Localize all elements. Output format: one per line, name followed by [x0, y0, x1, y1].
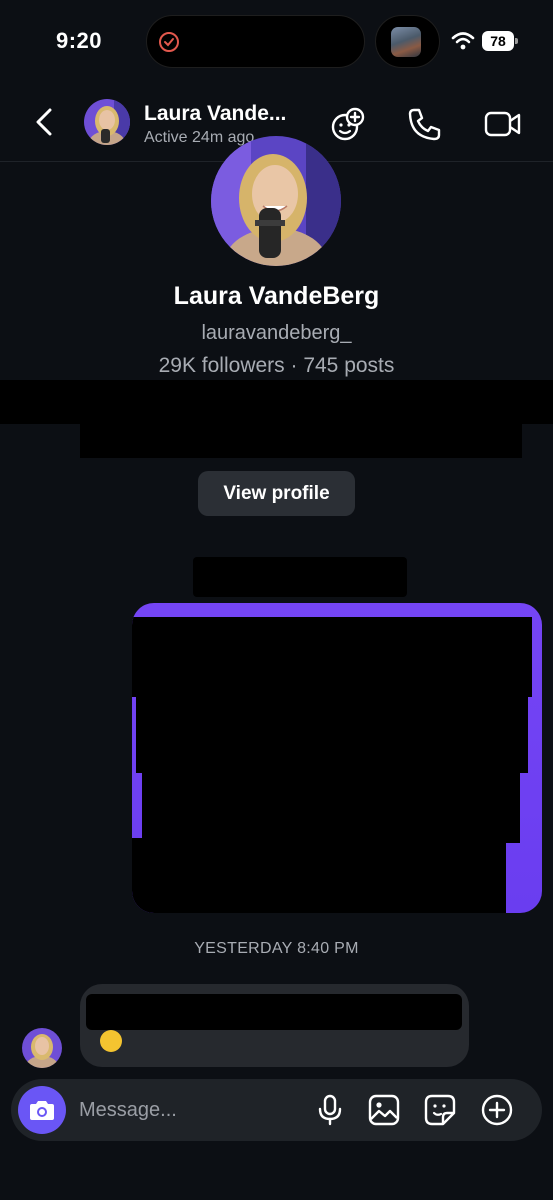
status-bar: 9:20 78: [0, 0, 553, 82]
battery-icon: 78: [482, 31, 518, 51]
sticker-icon[interactable]: [423, 1093, 457, 1127]
message-input[interactable]: [79, 1092, 299, 1128]
live-activity-pill: [375, 15, 440, 68]
incoming-message-bubble[interactable]: [80, 984, 469, 1067]
battery-level: 78: [482, 31, 514, 51]
gallery-icon[interactable]: [367, 1093, 401, 1127]
plus-icon[interactable]: [480, 1093, 514, 1127]
message-composer: [11, 1079, 542, 1141]
profile-name: Laura VandeBerg: [173, 282, 380, 310]
back-chevron-icon[interactable]: [28, 104, 62, 140]
outgoing-message-bubble[interactable]: [132, 603, 542, 913]
profile-avatar[interactable]: [211, 136, 341, 266]
view-profile-button[interactable]: View profile: [198, 471, 355, 516]
phone-icon[interactable]: [405, 104, 445, 144]
redacted-timestamp: [193, 557, 407, 597]
camera-button[interactable]: [18, 1086, 66, 1134]
smile-emoji-icon: [100, 1030, 122, 1052]
timer-icon: [159, 32, 179, 52]
status-time: 9:20: [56, 28, 103, 53]
wifi-icon: [451, 32, 475, 50]
camera-icon: [30, 1101, 54, 1120]
contact-name[interactable]: Laura Vande...: [144, 102, 286, 126]
avatar[interactable]: [22, 1028, 62, 1068]
redacted-text: [0, 380, 553, 424]
live-activity-thumbnail: [391, 27, 421, 57]
redacted-text: [80, 420, 522, 458]
message-timestamp: YESTERDAY 8:40 PM: [194, 940, 359, 957]
activity-status: Active 24m ago: [144, 129, 255, 146]
profile-stats: 29K followers · 745 posts: [158, 354, 395, 377]
video-camera-icon[interactable]: [483, 104, 523, 144]
avatar[interactable]: [84, 99, 130, 145]
profile-handle: lauravandeberg_: [201, 322, 352, 344]
add-people-icon[interactable]: [328, 104, 368, 144]
microphone-icon[interactable]: [313, 1093, 347, 1127]
dynamic-island: [146, 15, 365, 68]
home-indicator-area: [0, 1150, 553, 1200]
